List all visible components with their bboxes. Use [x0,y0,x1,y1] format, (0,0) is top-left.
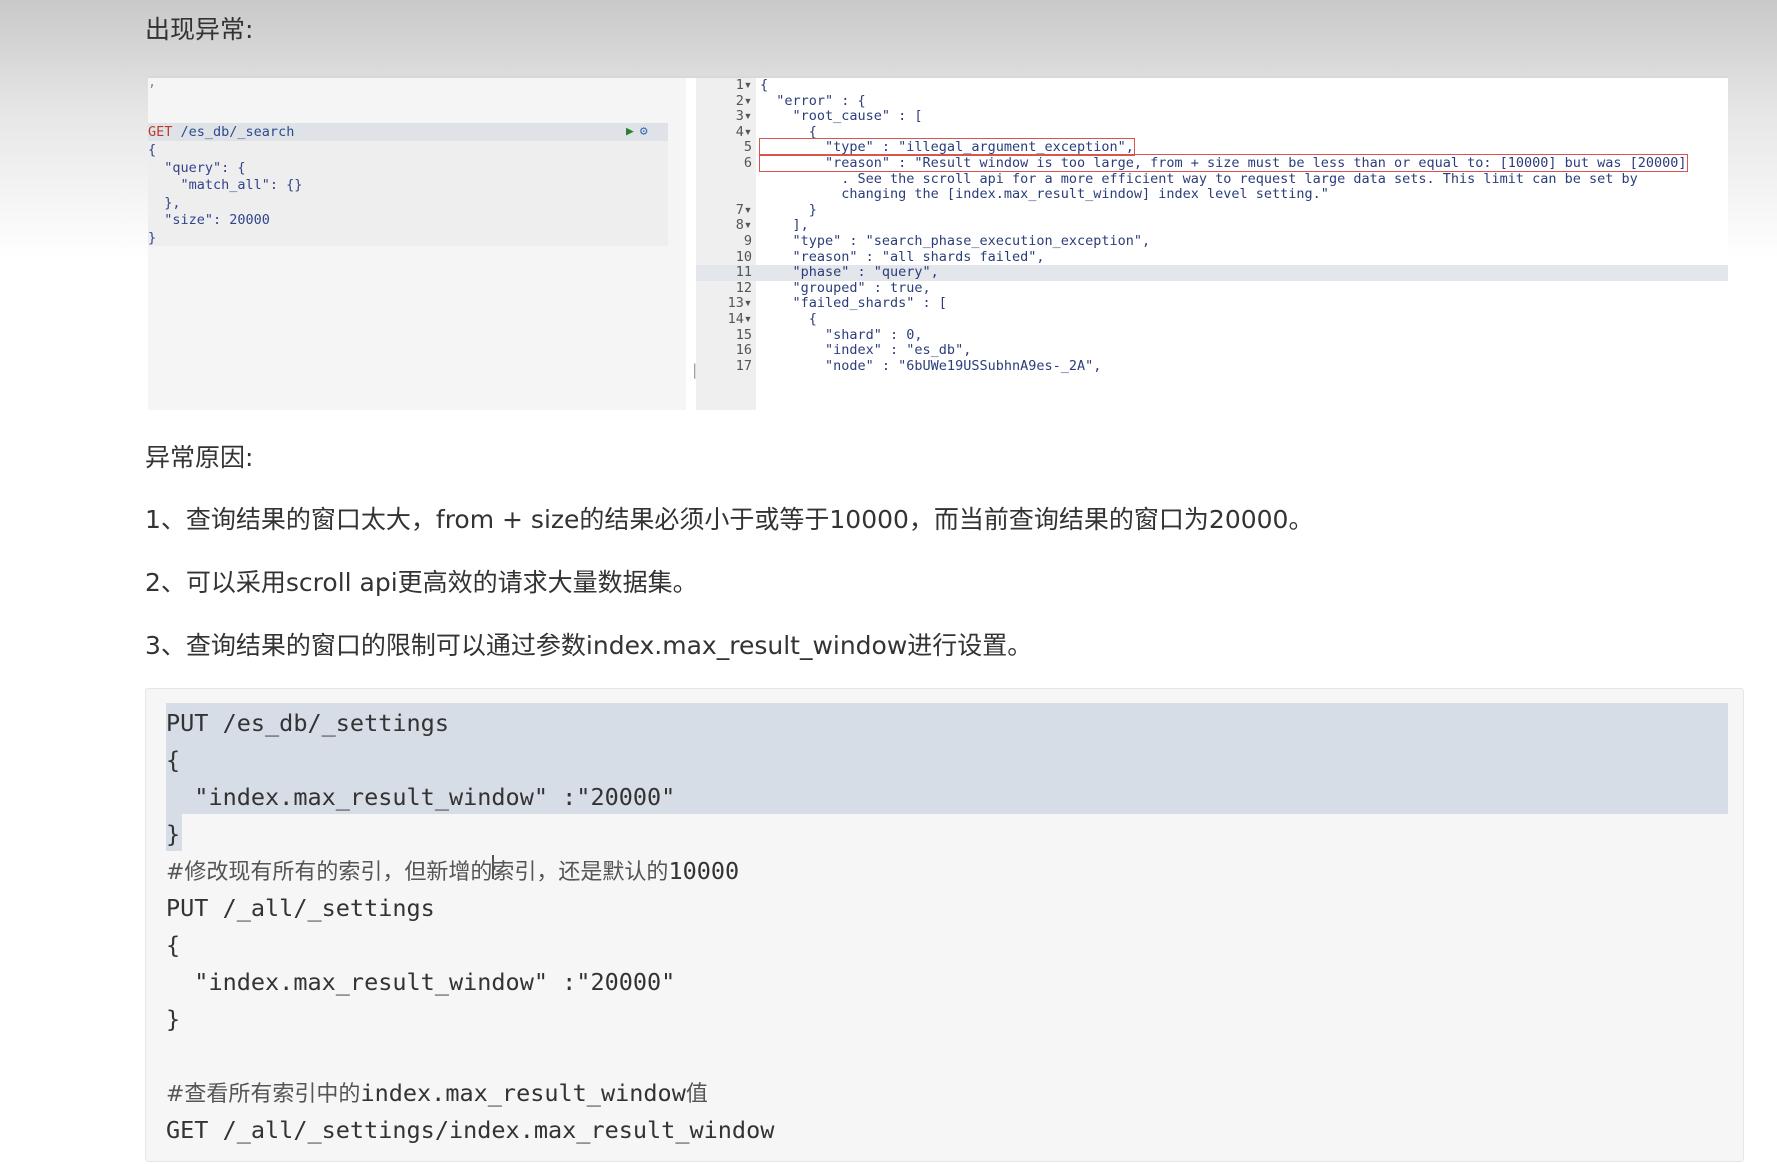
response-line: 9 "type" : "search_phase_execution_excep… [696,233,1728,250]
comment-number: 10000 [668,857,740,885]
response-code: { [760,311,817,327]
wrench-icon[interactable]: ⚙ [640,124,648,139]
response-line: 1▾ { [696,77,1728,94]
response-line: 15 "shard" : 0, [696,326,1728,344]
code-block[interactable]: PUT /es_db/_settings { "index.max_result… [145,688,1744,1162]
kibana-console-screenshot: , GET /es_db/_search { "query": { "match… [148,76,1728,410]
line-number: 10 [735,248,752,265]
response-code: "failed_shards" : [ [760,295,947,312]
line-number: 9 [743,233,752,249]
request-body-line: "query": { [148,160,246,176]
line-number: 12 [735,279,752,296]
line-number: 3▾ [735,108,752,125]
line-number: 17 [735,357,752,374]
response-code: ], [760,217,809,234]
line-number: 11 [735,264,752,281]
line-number: 6 [743,155,752,171]
code-line: GET /_all/_settings/index.max_result_win… [166,1116,775,1144]
code-line: } [166,1005,181,1033]
reason-item-3: 3、查询结果的窗口的限制可以通过参数index.max_result_windo… [145,631,1033,660]
response-viewer: 1▾{2▾ "error" : {3▾ "root_cause" : [4▾ {… [696,77,1728,410]
size-line: "size": 20000 [148,212,270,228]
response-line: 7▾ } [696,201,1728,219]
request-editor[interactable]: , GET /es_db/_search { "query": { "match… [148,76,686,410]
request-method: GET [148,124,173,140]
request-body-line: }, [148,195,181,211]
response-line: 17 "node" : "6bUWe19USSubhnA9es-_2A", [696,357,1728,375]
response-code: "grouped" : true, [760,279,931,296]
comment-text: #修改现有所有的索引，但新增的索引，还是默认的 [166,860,669,885]
line-number: 7▾ [735,201,752,218]
reason-item-1: 1、查询结果的窗口太大，from + size的结果必须小于或等于10000，而… [145,505,1314,534]
response-code: "reason" : "all shards failed", [760,248,1045,265]
response-line: 14▾ { [696,311,1728,328]
code-line: PUT /es_db/_settings [166,709,449,737]
comment-text: 值 [685,1082,708,1107]
response-line: 2▾ "error" : { [696,92,1728,110]
code-line: "index.max_result_window" :"20000" [166,968,676,996]
response-code: "type" : "search_phase_execution_excepti… [760,233,1151,249]
code-line: PUT /_all/_settings [166,894,435,922]
response-line: 13▾ "failed_shards" : [ [696,296,1728,312]
response-line: 6 "reason" : "Result window is too large… [696,154,1728,172]
request-body-line: { [148,142,157,158]
response-code: "root_cause" : [ [760,108,923,125]
code-line: { [166,746,181,774]
comment-text: #查看所有索引中的 [166,1082,361,1107]
line-number: 8▾ [735,217,752,234]
code-comment: #查看所有索引中的index.max_result_window值 [166,1075,708,1113]
code-line: "index.max_result_window" :"20000" [166,783,676,811]
prev-brace: , [148,76,157,90]
response-code: "shard" : 0, [760,326,923,343]
response-line: changing the [index.max_result_window] i… [696,186,1728,203]
response-code: "phase" : "query", [760,264,939,281]
request-path: /es_db/_search [180,124,295,140]
response-code: { [760,123,817,140]
heading-exception: 出现异常: [145,15,254,44]
line-number: 4▾ [735,123,752,140]
reason-item-2: 2、可以采用scroll api更高效的请求大量数据集。 [145,568,698,597]
request-body-line: } [148,230,157,246]
code-comment: #修改现有所有的索引，但新增的索引，还是默认的10000 [166,853,739,891]
response-code: . See the scroll api for a more efficien… [760,170,1638,187]
response-line: 10 "reason" : "all shards failed", [696,248,1728,266]
response-line: 12 "grouped" : true, [696,279,1728,297]
response-line: 11 "phase" : "query", [696,264,1728,281]
line-number: 13▾ [727,295,752,312]
response-code: "index" : "es_db", [760,342,972,359]
line-number: 15 [735,326,752,343]
request-line[interactable]: GET /es_db/_search [148,124,294,141]
response-code: } [760,201,817,218]
request-body-line: "size": 20000 [148,212,270,229]
response-code: "reason" : "Result window is too large, … [759,154,1688,172]
response-code: "type" : "illegal_argument_exception", [759,138,1135,157]
play-icon[interactable]: ▶ [626,124,634,139]
line-number: 1▾ [735,77,752,93]
response-code: changing the [index.max_result_window] i… [760,186,1329,203]
code-line: { [166,931,181,959]
response-line: 16 "index" : "es_db", [696,342,1728,359]
request-body-line: "match_all": {} [148,177,303,193]
line-number: 5 [743,139,752,156]
response-line: 8▾ ], [696,218,1728,234]
response-code: "node" : "6bUWe19USSubhnA9es-_2A", [760,357,1102,374]
line-number: 14▾ [727,311,752,327]
request-actions: ▶ ⚙ [626,124,648,139]
response-code: "error" : { [760,92,866,109]
code-line: } [166,820,181,848]
response-code: { [760,77,769,93]
line-number: 2▾ [735,92,752,109]
response-line: . See the scroll api for a more efficien… [696,170,1728,188]
text-cursor [492,855,494,879]
line-number: 16 [735,342,752,359]
heading-cause: 异常原因: [145,443,254,472]
response-line: 3▾ "root_cause" : [ [696,108,1728,125]
comment-code: index.max_result_window [360,1079,686,1107]
response-line: 5 "type" : "illegal_argument_exception", [696,138,1728,157]
